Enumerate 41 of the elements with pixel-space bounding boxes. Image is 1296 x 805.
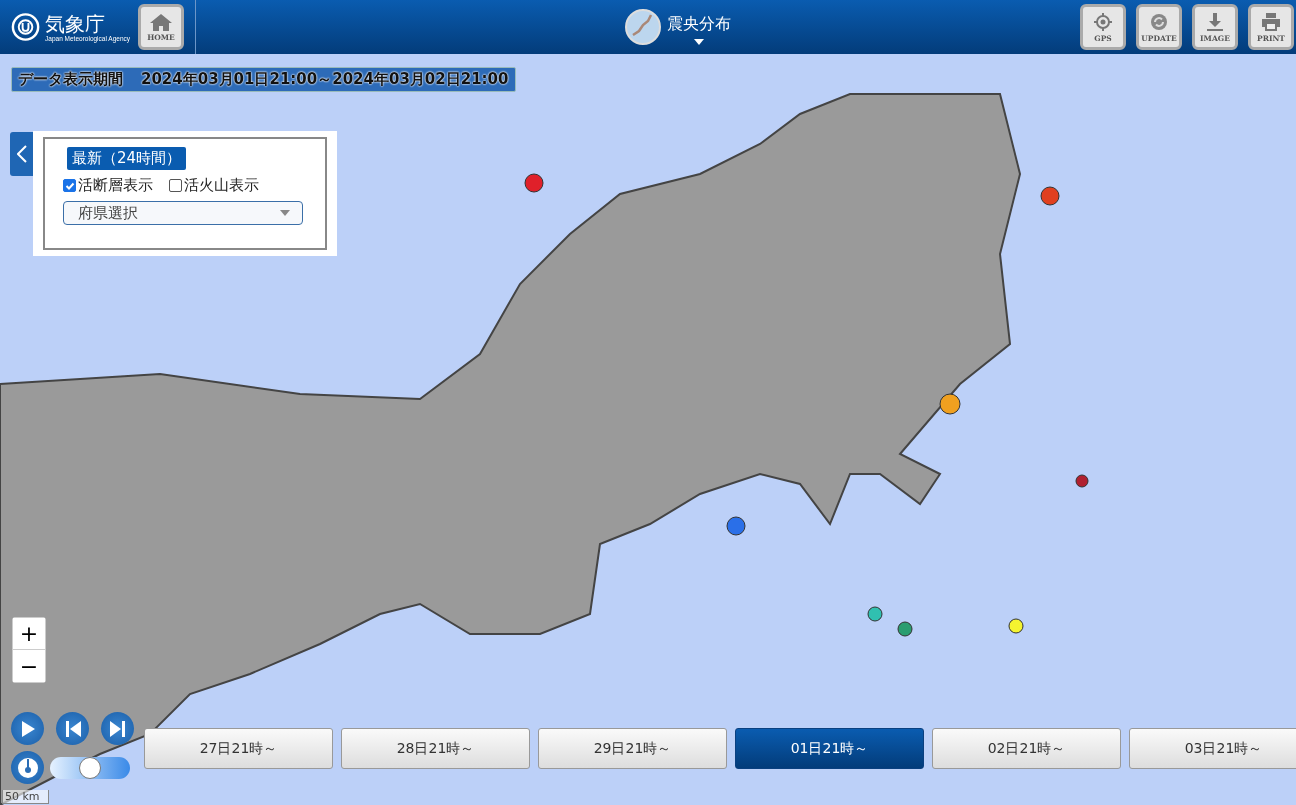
epicenter-marker [1075, 474, 1089, 488]
chevron-left-icon [17, 145, 27, 163]
range-button[interactable]: 最新（24時間） [67, 147, 187, 170]
option-checkbox[interactable]: 活火山表示 [169, 176, 259, 195]
prefecture-select[interactable]: 府県選択 [63, 201, 303, 225]
logo-icon [10, 11, 42, 43]
gauge-icon [15, 755, 40, 780]
opacity-slider[interactable] [50, 756, 130, 779]
printer-icon [1260, 11, 1282, 32]
title-dropdown[interactable]: 震央分布 [667, 9, 731, 45]
day-tab[interactable]: 01日21時～ [735, 728, 924, 769]
day-tab[interactable]: 28日21時～ [341, 728, 530, 769]
period-value: 2024年03月01日21:00～2024年03月02日21:00 [141, 70, 509, 89]
house-icon [149, 12, 173, 31]
day-tab[interactable]: 27日21時～ [144, 728, 333, 769]
epicenter-marker [726, 516, 746, 536]
play-icon [20, 720, 35, 737]
scale-label: 50 km [2, 790, 49, 804]
epicenter-marker [897, 621, 913, 637]
target-icon [1092, 11, 1114, 32]
zoom-in-button[interactable]: + [13, 618, 45, 650]
day-tab[interactable]: 29日21時～ [538, 728, 727, 769]
epicenter-marker [1040, 186, 1060, 206]
download-icon [1204, 11, 1226, 32]
option-checkbox[interactable]: 活断層表示 [63, 176, 153, 195]
collapse-panel-button[interactable] [10, 132, 34, 176]
day-tab[interactable]: 02日21時～ [932, 728, 1121, 769]
slider-thumb[interactable] [79, 756, 101, 779]
epicenter-marker [867, 606, 883, 622]
skip-forward-icon [109, 720, 126, 737]
skip-back-icon [64, 720, 81, 737]
logo-text: 気象庁 [45, 12, 107, 35]
epicenter-marker [1008, 618, 1024, 634]
japan-map-icon [625, 9, 661, 45]
epicenter-marker [939, 393, 961, 415]
day-tab[interactable]: 03日21時～ [1129, 728, 1296, 769]
refresh-icon [1148, 11, 1170, 32]
epicenter-marker [524, 173, 544, 193]
caret-icon [280, 210, 290, 216]
period-label: データ表示期間 [18, 70, 123, 89]
caret-icon [694, 38, 704, 45]
